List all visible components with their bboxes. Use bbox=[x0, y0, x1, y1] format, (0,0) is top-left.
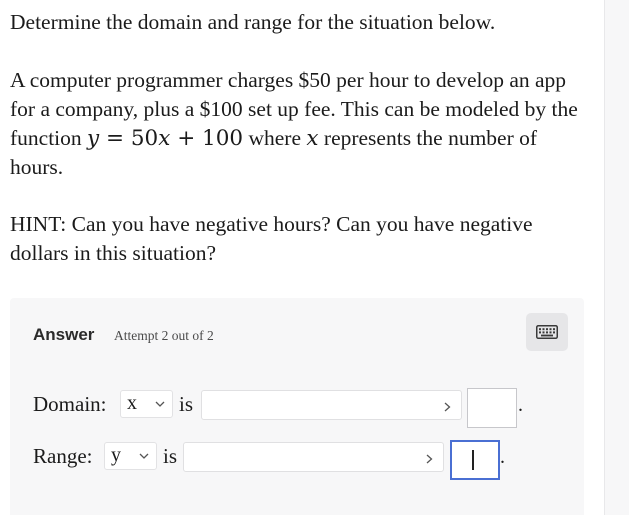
function-y-var: y bbox=[87, 126, 100, 151]
domain-variable-value: x bbox=[127, 392, 137, 414]
question-instruction: Determine the domain and range for the s… bbox=[10, 10, 496, 34]
question-hint: HINT: Can you have negative hours? Can y… bbox=[10, 212, 533, 265]
domain-is-label: is bbox=[179, 392, 194, 416]
function-equals: = 50 bbox=[99, 126, 159, 151]
domain-row: Domain: x is . bbox=[33, 388, 553, 428]
range-is-label: is bbox=[163, 444, 178, 468]
answer-label: Answer bbox=[33, 325, 95, 344]
function-x-var: x bbox=[158, 126, 171, 151]
keyboard-icon bbox=[536, 325, 558, 339]
domain-period: . bbox=[518, 394, 523, 416]
where-x-var: x bbox=[306, 126, 319, 151]
right-rail bbox=[604, 0, 629, 515]
domain-variable-select[interactable]: x bbox=[120, 390, 173, 418]
range-label: Range: bbox=[33, 444, 93, 468]
range-variable-value: y bbox=[111, 444, 121, 466]
range-period: . bbox=[500, 446, 505, 468]
chevron-down-icon bbox=[139, 453, 149, 459]
domain-interval-select[interactable] bbox=[201, 390, 462, 420]
chevron-down-icon bbox=[426, 454, 433, 464]
text-caret bbox=[472, 450, 474, 470]
range-row: Range: y is . bbox=[33, 440, 553, 480]
domain-number-input[interactable] bbox=[467, 388, 517, 428]
range-number-input[interactable] bbox=[450, 440, 500, 480]
question-scenario: A computer programmer charges $50 per ho… bbox=[10, 66, 595, 182]
domain-label: Domain: bbox=[33, 392, 107, 416]
chevron-down-icon bbox=[155, 401, 165, 407]
range-interval-select[interactable] bbox=[183, 442, 444, 472]
content-area: Determine the domain and range for the s… bbox=[0, 0, 604, 515]
function-constant: + 100 bbox=[170, 126, 244, 151]
attempt-counter: Attempt 2 out of 2 bbox=[114, 328, 214, 343]
chevron-down-icon bbox=[444, 402, 451, 412]
keyboard-button[interactable] bbox=[526, 313, 568, 351]
range-variable-select[interactable]: y bbox=[104, 442, 157, 470]
answer-panel: Answer Attempt 2 out of 2 Domain: x is .… bbox=[10, 298, 584, 515]
scenario-where: where bbox=[243, 126, 307, 150]
